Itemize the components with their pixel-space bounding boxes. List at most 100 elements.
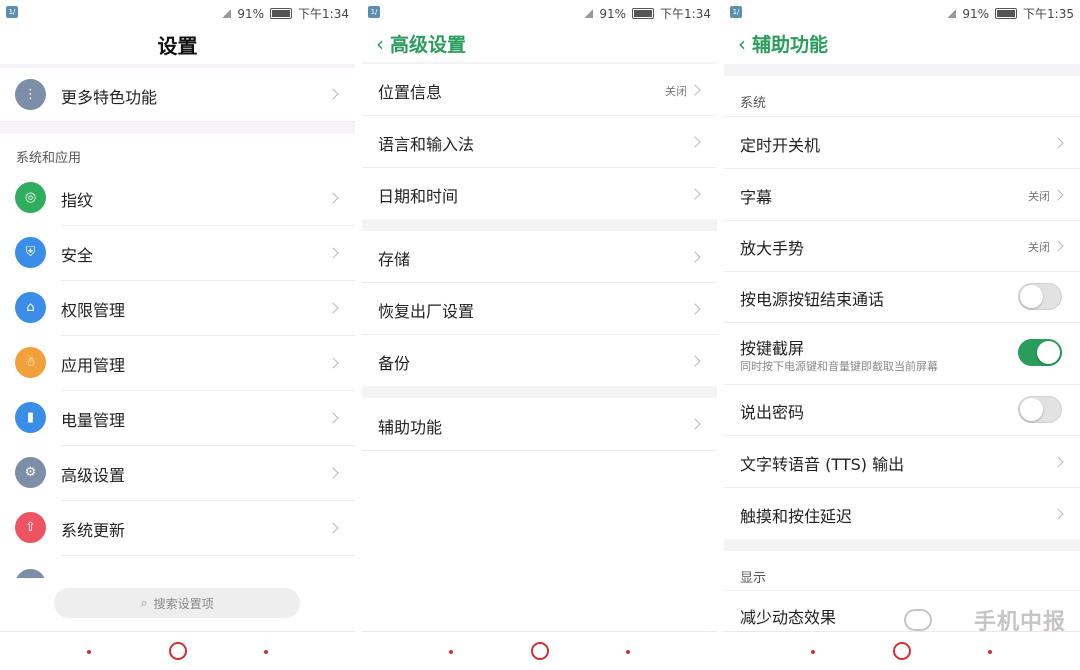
chevron-right-icon bbox=[1052, 189, 1064, 201]
section-gap bbox=[724, 539, 1080, 551]
status-bar: 1/ 91% 下午1:34 bbox=[0, 0, 355, 26]
status-bar: 1/ 91% 下午1:34 bbox=[362, 0, 717, 26]
chevron-right-icon bbox=[1052, 508, 1064, 520]
settings-item-row[interactable]: ◎ 指纹 bbox=[15, 171, 355, 226]
speak-password-label: 说出密码 bbox=[740, 403, 805, 422]
chevron-right-icon bbox=[327, 412, 339, 424]
title-bar: ‹ 辅助功能 bbox=[724, 26, 1080, 64]
chevron-right-icon bbox=[327, 302, 339, 314]
scheduled-power-row[interactable]: 定时开关机 bbox=[724, 117, 1080, 169]
battery-percent: 91% bbox=[962, 6, 990, 21]
nav-bar bbox=[724, 631, 1080, 670]
factory-reset-label: 恢复出厂设置 bbox=[378, 302, 475, 321]
chevron-right-icon bbox=[327, 192, 339, 204]
datetime-row[interactable]: 日期和时间 bbox=[362, 168, 717, 219]
section-header-system: 系统 bbox=[740, 96, 767, 111]
settings-item-label: 电量管理 bbox=[61, 411, 126, 430]
backup-row[interactable]: 备份 bbox=[362, 335, 717, 386]
language-label: 语言和输入法 bbox=[378, 135, 475, 154]
touch-delay-label: 触摸和按住延迟 bbox=[740, 507, 853, 526]
back-nav-button[interactable] bbox=[988, 650, 992, 654]
settings-panel: 1/ 91% 下午1:34 设置 ⋮ 更多特色功能 系统和应用 ◎ 指纹 ⛨ 安全 ⌂ 权… bbox=[0, 0, 355, 670]
settings-item-row[interactable]: ⌂ 权限管理 bbox=[15, 281, 355, 336]
settings-item-row[interactable]: ⛨ 安全 bbox=[15, 226, 355, 281]
settings-item-row[interactable]: ☃ 应用管理 bbox=[15, 336, 355, 391]
chevron-right-icon bbox=[1052, 456, 1064, 468]
home-nav-button[interactable] bbox=[168, 642, 187, 660]
accessibility-row[interactable]: 辅助功能 bbox=[362, 398, 717, 451]
chevron-right-icon bbox=[327, 247, 339, 259]
clock: 下午1:34 bbox=[660, 7, 711, 21]
android-icon: ☃ bbox=[15, 347, 46, 378]
section-gap bbox=[362, 386, 717, 398]
captions-row[interactable]: 字幕 关闭 bbox=[724, 169, 1080, 221]
settings-item-row[interactable]: ⚙ 高级设置 bbox=[15, 446, 355, 501]
title-bar: 设置 bbox=[0, 26, 355, 64]
search-settings-input[interactable]: ⌕ 搜索设置项 bbox=[54, 588, 300, 618]
battery-icon bbox=[632, 8, 655, 19]
partial-item-icon bbox=[15, 569, 46, 578]
battery-icon: ▮ bbox=[15, 402, 46, 433]
menu-nav-button[interactable] bbox=[87, 650, 91, 654]
toggle-knob bbox=[1020, 398, 1043, 421]
back-nav-button[interactable] bbox=[264, 650, 268, 654]
title-bar: ‹ 高级设置 bbox=[362, 26, 717, 64]
chevron-right-icon bbox=[689, 136, 701, 148]
reduce-motion-label: 减少动态效果 bbox=[740, 608, 837, 627]
home-nav-button[interactable] bbox=[893, 642, 911, 660]
home-nav-button[interactable] bbox=[530, 642, 549, 660]
page-title: 高级设置 bbox=[390, 34, 467, 56]
gear-icon: ⚙ bbox=[15, 457, 46, 488]
battery-percent: 91% bbox=[599, 6, 627, 21]
more-features-row[interactable]: ⋮ 更多特色功能 bbox=[0, 68, 355, 122]
section-gap bbox=[362, 219, 717, 231]
key-screenshot-label: 按键截屏 bbox=[740, 339, 805, 358]
captions-label: 字幕 bbox=[740, 188, 773, 207]
menu-nav-button[interactable] bbox=[811, 650, 815, 654]
settings-item-label: 指纹 bbox=[61, 191, 94, 210]
chevron-left-icon: ‹ bbox=[738, 31, 746, 56]
signal-icon bbox=[584, 9, 594, 18]
settings-item-label: 安全 bbox=[61, 246, 94, 265]
power-end-call-label: 按电源按钮结束通话 bbox=[740, 290, 885, 309]
speak-password-toggle[interactable] bbox=[1018, 396, 1062, 423]
signal-icon bbox=[947, 9, 957, 18]
back-title-button[interactable]: ‹ 高级设置 bbox=[376, 30, 466, 57]
search-icon: ⌕ bbox=[140, 595, 148, 611]
chevron-right-icon bbox=[689, 355, 701, 367]
language-row[interactable]: 语言和输入法 bbox=[362, 116, 717, 168]
update-arrow-icon: ⇧ bbox=[15, 512, 46, 543]
more-features-label: 更多特色功能 bbox=[61, 88, 158, 107]
app-notification-icon: 1/ bbox=[368, 6, 380, 18]
app-notification-icon: 1/ bbox=[730, 6, 742, 18]
storage-label: 存储 bbox=[378, 250, 411, 269]
magnify-gesture-label: 放大手势 bbox=[740, 239, 805, 258]
magnify-gesture-row[interactable]: 放大手势 关闭 bbox=[724, 221, 1080, 272]
settings-item-label: 高级设置 bbox=[61, 466, 126, 485]
touch-delay-row[interactable]: 触摸和按住延迟 bbox=[724, 488, 1080, 539]
key-screenshot-toggle[interactable] bbox=[1018, 339, 1062, 366]
nav-bar bbox=[0, 631, 355, 670]
menu-nav-button[interactable] bbox=[449, 650, 453, 654]
magnify-gesture-value: 关闭 bbox=[1028, 241, 1050, 254]
page-title: 辅助功能 bbox=[752, 34, 829, 56]
settings-item-row[interactable]: ▮ 电量管理 bbox=[15, 391, 355, 446]
tts-row[interactable]: 文字转语音 (TTS) 输出 bbox=[724, 436, 1080, 488]
factory-reset-row[interactable]: 恢复出厂设置 bbox=[362, 283, 717, 335]
power-end-call-toggle[interactable] bbox=[1018, 283, 1062, 310]
back-title-button[interactable]: ‹ 辅助功能 bbox=[738, 30, 828, 57]
section-header-system-apps: 系统和应用 bbox=[16, 151, 82, 166]
clock: 下午1:34 bbox=[298, 7, 349, 21]
location-row[interactable]: 位置信息 关闭 bbox=[362, 64, 717, 116]
storage-row[interactable]: 存储 bbox=[362, 231, 717, 283]
chevron-right-icon bbox=[689, 303, 701, 315]
back-nav-button[interactable] bbox=[626, 650, 630, 654]
key-screenshot-row: 按键截屏 同时按下电源键和音量键即截取当前屏幕 bbox=[724, 323, 1080, 385]
chevron-right-icon bbox=[689, 418, 701, 430]
toggle-knob bbox=[1037, 341, 1060, 364]
battery-icon bbox=[995, 8, 1018, 19]
settings-item-label: 系统更新 bbox=[61, 521, 126, 540]
clock: 下午1:35 bbox=[1023, 7, 1074, 21]
settings-item-row[interactable]: ⇧ 系统更新 bbox=[15, 501, 355, 556]
accessibility-label: 辅助功能 bbox=[378, 418, 443, 437]
